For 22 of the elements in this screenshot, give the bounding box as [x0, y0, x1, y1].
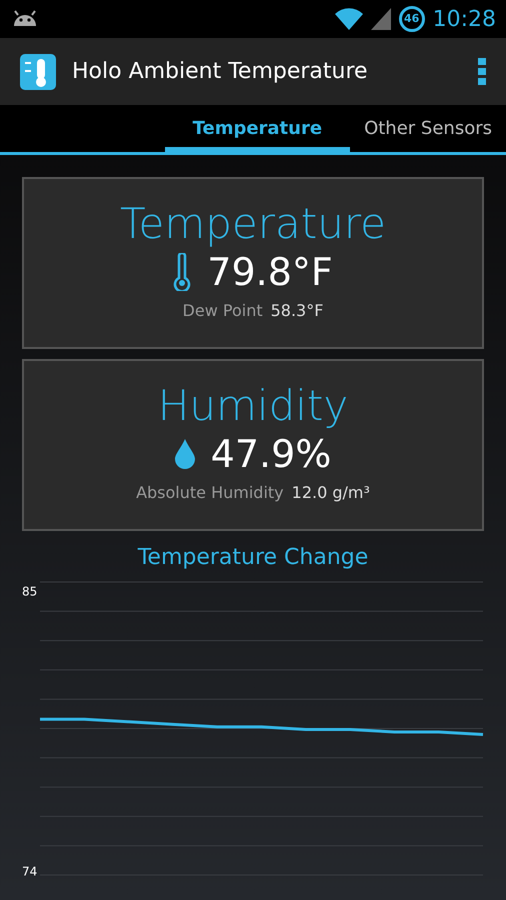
reading-value: 47.9%: [210, 435, 332, 473]
overflow-menu-icon[interactable]: [478, 58, 486, 86]
card-title: Temperature: [120, 203, 386, 245]
card-title: Humidity: [158, 385, 348, 427]
android-icon: [12, 10, 38, 28]
clock-time: 10:28: [432, 6, 496, 34]
axis-tick-label: 85: [22, 584, 38, 598]
thermometer-icon: [173, 253, 192, 291]
signal-icon: [370, 8, 391, 30]
detail-value: 12.0 g/m³: [292, 482, 370, 504]
wifi-icon: [334, 8, 363, 30]
chart-title: Temperature Change: [136, 544, 370, 572]
tab[interactable]: Other Sensors: [350, 105, 506, 152]
water-drop-icon: [174, 439, 195, 469]
axis-tick-label: 74: [22, 864, 38, 878]
app-thermometer-icon: [20, 54, 56, 90]
detail-value: 58.3°F: [270, 300, 324, 322]
detail-label: Dew Point: [182, 300, 263, 322]
battery-indicator: 46: [398, 6, 425, 32]
app-title: Holo Ambient Temperature: [72, 58, 368, 86]
detail-label: Absolute Humidity: [136, 482, 284, 504]
reading-value: 79.8°F: [207, 253, 333, 291]
